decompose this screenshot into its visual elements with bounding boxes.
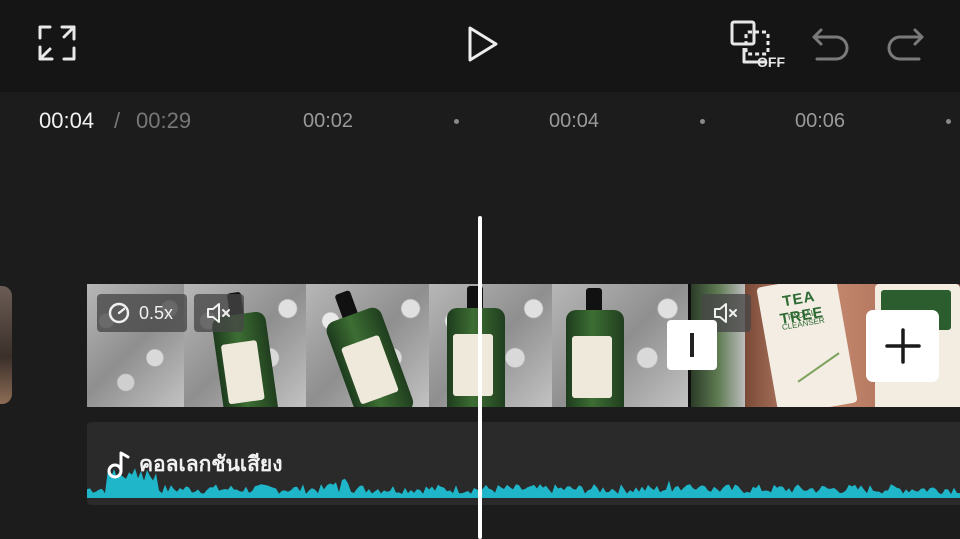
plus-icon [884, 328, 921, 364]
playhead[interactable] [478, 216, 482, 539]
speed-badge[interactable]: 0.5x [97, 294, 187, 332]
keyframe-off-label: OFF [757, 54, 785, 70]
play-icon [468, 26, 498, 62]
redo-button[interactable] [884, 24, 926, 64]
speed-icon [108, 302, 130, 324]
redo-icon [887, 28, 924, 61]
fullscreen-button[interactable] [37, 24, 77, 62]
video-frame [306, 284, 429, 407]
undo-icon [812, 28, 849, 61]
previous-clip-thumbnail[interactable] [0, 286, 12, 404]
ruler-dot [946, 119, 951, 124]
split-handle-icon [690, 333, 694, 357]
current-time: 00:04 [39, 108, 95, 133]
audio-clip-name: คอลเลกชันเสียง [139, 453, 283, 476]
total-duration: 00:29 [136, 108, 192, 133]
ruler-dot [454, 119, 459, 124]
music-note-icon [107, 451, 130, 478]
fullscreen-icon [38, 25, 76, 61]
add-clip-button[interactable] [866, 310, 939, 382]
speed-label: 0.5x [139, 302, 174, 323]
clip-mute-button[interactable] [194, 294, 244, 332]
ruler-tick: 00:02 [303, 110, 354, 132]
undo-button[interactable] [810, 24, 852, 64]
time-separator: / [114, 108, 121, 133]
keyframe-off-icon: OFF [730, 20, 785, 70]
ruler-tick: 00:06 [795, 110, 846, 132]
video-frame [429, 284, 552, 407]
mute-icon [207, 303, 230, 323]
play-button[interactable] [462, 23, 502, 65]
transition-button[interactable] [667, 320, 717, 370]
ruler-tick: 00:04 [549, 110, 600, 132]
keyframe-toggle-button[interactable]: OFF [728, 20, 788, 70]
audio-clip-label: คอลเลกชันเสียง [105, 448, 282, 481]
ruler-dot [700, 119, 705, 124]
